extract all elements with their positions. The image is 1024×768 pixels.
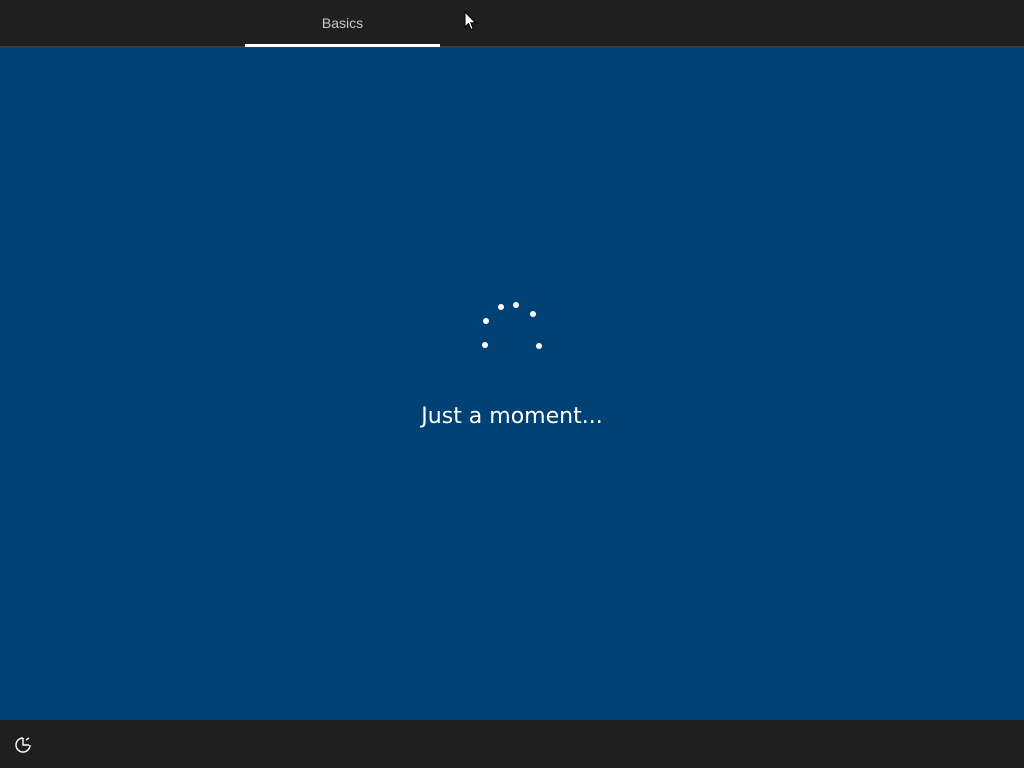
spinner-dot bbox=[513, 302, 519, 308]
ease-of-access-button[interactable] bbox=[12, 734, 34, 756]
tab-basics-label: Basics bbox=[321, 15, 364, 31]
top-nav-bar: Basics bbox=[0, 0, 1024, 48]
mouse-pointer-icon bbox=[464, 11, 477, 31]
spinner-dot bbox=[498, 304, 504, 310]
spinner-dot bbox=[483, 318, 489, 324]
tab-basics[interactable]: Basics bbox=[245, 0, 440, 46]
status-message: Just a moment... bbox=[421, 404, 603, 429]
tab-active-indicator bbox=[245, 44, 440, 47]
loading-spinner-icon bbox=[482, 302, 542, 349]
spinner-dot bbox=[536, 343, 542, 349]
ease-of-access-icon bbox=[15, 737, 31, 753]
spinner-dot bbox=[530, 311, 536, 317]
main-content bbox=[0, 48, 1024, 720]
bottom-bar bbox=[0, 720, 1024, 768]
spinner-dot bbox=[482, 342, 488, 348]
